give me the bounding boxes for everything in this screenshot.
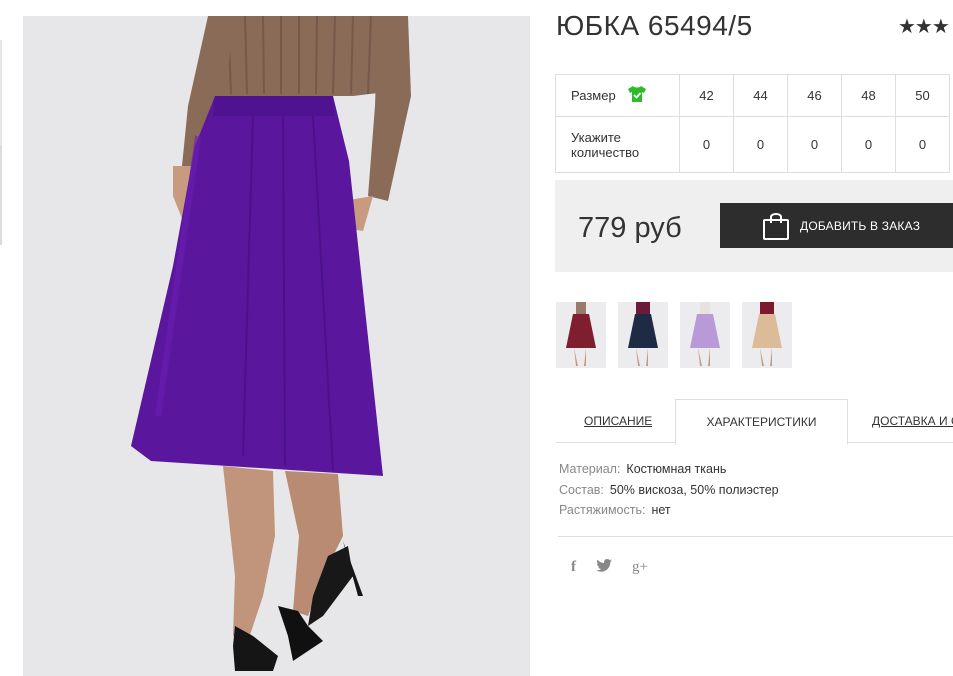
spec-row: Растяжимость: нет [559, 503, 671, 517]
tab-description-label: ОПИСАНИЕ [584, 414, 653, 428]
spec-row: Материал: Костюмная ткань [559, 462, 726, 476]
quantity-label-cell: Укажите количество [555, 116, 680, 173]
spec-key: Растяжимость: [559, 503, 646, 517]
social-share: f g+ [571, 559, 648, 576]
product-tabs: ОПИСАНИЕ ХАРАКТЕРИСТИКИ ДОСТАВКА И О [556, 399, 953, 445]
rating-stars: ★★★ [898, 16, 950, 38]
size-label-cell: Размер [555, 74, 680, 117]
quantity-input[interactable]: 0 [895, 116, 950, 173]
color-variants [556, 302, 792, 368]
add-to-order-button[interactable]: ДОБАВИТЬ В ЗАКАЗ [720, 203, 953, 248]
variant-thumb-burgundy[interactable] [556, 302, 606, 368]
product-main-photo[interactable] [23, 16, 530, 676]
size-quantity-table: Размер 42 44 46 48 50 Укажите количество… [555, 74, 950, 173]
add-to-order-label: ДОБАВИТЬ В ЗАКАЗ [800, 218, 921, 233]
tshirt-check-icon[interactable] [627, 85, 647, 106]
quantity-label-line2: количество [571, 144, 640, 160]
product-title: ЮБКА 65494/5 [556, 10, 753, 41]
spec-value: 50% вискоза, 50% полиэстер [609, 483, 779, 497]
facebook-icon[interactable]: f [571, 559, 576, 576]
social-divider [558, 536, 953, 537]
quantity-input[interactable]: 0 [679, 116, 734, 173]
spec-key: Состав: [559, 483, 604, 497]
size-cell[interactable]: 50 [895, 74, 950, 117]
price: 779 руб [578, 212, 682, 244]
size-cell[interactable]: 48 [841, 74, 896, 117]
spec-key: Материал: [559, 462, 621, 476]
price-panel: 779 руб ДОБАВИТЬ В ЗАКАЗ [555, 180, 953, 272]
tab-delivery[interactable]: ДОСТАВКА И О [872, 399, 953, 443]
spec-value: нет [651, 503, 671, 517]
left-edge-divider-2 [0, 145, 2, 245]
variant-thumb-navy[interactable] [618, 302, 668, 368]
size-row: Размер 42 44 46 48 50 [555, 74, 950, 117]
tab-characteristics[interactable]: ХАРАКТЕРИСТИКИ [675, 399, 848, 445]
spec-row: Состав: 50% вискоза, 50% полиэстер [559, 483, 779, 497]
quantity-label-line1: Укажите [571, 129, 621, 145]
tab-description[interactable]: ОПИСАНИЕ [584, 399, 652, 443]
spec-value: Костюмная ткань [626, 462, 727, 476]
quantity-input[interactable]: 0 [787, 116, 842, 173]
shopping-bag-icon [762, 211, 790, 241]
quantity-input[interactable]: 0 [841, 116, 896, 173]
twitter-icon[interactable] [596, 559, 612, 576]
size-label: Размер [571, 88, 616, 103]
size-cell[interactable]: 44 [733, 74, 788, 117]
tab-delivery-label: ДОСТАВКА И О [872, 414, 953, 428]
variant-thumb-beige[interactable] [742, 302, 792, 368]
size-cell[interactable]: 46 [787, 74, 842, 117]
tab-characteristics-label: ХАРАКТЕРИСТИКИ [706, 415, 817, 429]
size-cell[interactable]: 42 [679, 74, 734, 117]
quantity-row: Укажите количество 0 0 0 0 0 [555, 116, 950, 173]
quantity-input[interactable]: 0 [733, 116, 788, 173]
variant-thumb-lavender[interactable] [680, 302, 730, 368]
model-illustration [131, 16, 411, 671]
googleplus-icon[interactable]: g+ [632, 559, 648, 576]
